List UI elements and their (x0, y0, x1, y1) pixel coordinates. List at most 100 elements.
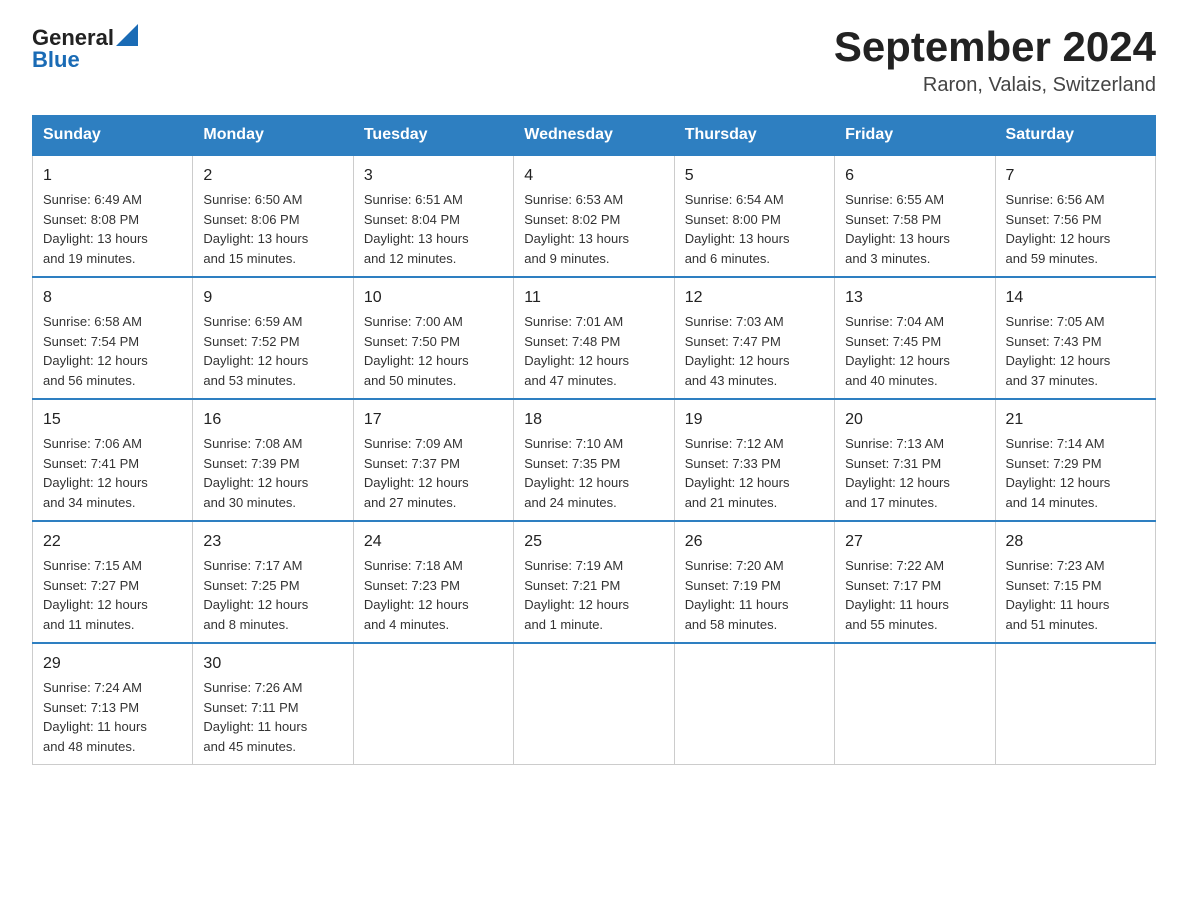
day-header-saturday: Saturday (995, 116, 1155, 156)
calendar-cell: 2Sunrise: 6:50 AM Sunset: 8:06 PM Daylig… (193, 155, 353, 277)
calendar-cell: 25Sunrise: 7:19 AM Sunset: 7:21 PM Dayli… (514, 521, 674, 643)
day-number: 27 (845, 530, 984, 554)
day-number: 2 (203, 164, 342, 188)
calendar-cell: 1Sunrise: 6:49 AM Sunset: 8:08 PM Daylig… (33, 155, 193, 277)
day-header-monday: Monday (193, 116, 353, 156)
calendar-cell: 20Sunrise: 7:13 AM Sunset: 7:31 PM Dayli… (835, 399, 995, 521)
calendar-cell: 3Sunrise: 6:51 AM Sunset: 8:04 PM Daylig… (353, 155, 513, 277)
calendar-cell: 14Sunrise: 7:05 AM Sunset: 7:43 PM Dayli… (995, 277, 1155, 399)
calendar-week-row: 1Sunrise: 6:49 AM Sunset: 8:08 PM Daylig… (33, 155, 1156, 277)
logo-text-blue: Blue (32, 47, 80, 72)
calendar-header-row: SundayMondayTuesdayWednesdayThursdayFrid… (33, 116, 1156, 156)
day-info: Sunrise: 7:10 AM Sunset: 7:35 PM Dayligh… (524, 434, 663, 512)
day-info: Sunrise: 7:00 AM Sunset: 7:50 PM Dayligh… (364, 312, 503, 390)
day-info: Sunrise: 7:24 AM Sunset: 7:13 PM Dayligh… (43, 678, 182, 756)
day-number: 15 (43, 408, 182, 432)
title-block: September 2024 Raron, Valais, Switzerlan… (834, 24, 1156, 97)
day-number: 19 (685, 408, 824, 432)
day-info: Sunrise: 6:59 AM Sunset: 7:52 PM Dayligh… (203, 312, 342, 390)
calendar-cell: 24Sunrise: 7:18 AM Sunset: 7:23 PM Dayli… (353, 521, 513, 643)
calendar-table: SundayMondayTuesdayWednesdayThursdayFrid… (32, 115, 1156, 765)
day-info: Sunrise: 7:26 AM Sunset: 7:11 PM Dayligh… (203, 678, 342, 756)
day-number: 25 (524, 530, 663, 554)
calendar-cell (674, 643, 834, 765)
day-number: 3 (364, 164, 503, 188)
calendar-cell (353, 643, 513, 765)
day-number: 21 (1006, 408, 1145, 432)
day-info: Sunrise: 7:14 AM Sunset: 7:29 PM Dayligh… (1006, 434, 1145, 512)
day-number: 7 (1006, 164, 1145, 188)
day-number: 22 (43, 530, 182, 554)
day-number: 9 (203, 286, 342, 310)
calendar-cell (995, 643, 1155, 765)
calendar-week-row: 29Sunrise: 7:24 AM Sunset: 7:13 PM Dayli… (33, 643, 1156, 765)
calendar-cell: 6Sunrise: 6:55 AM Sunset: 7:58 PM Daylig… (835, 155, 995, 277)
day-info: Sunrise: 7:19 AM Sunset: 7:21 PM Dayligh… (524, 556, 663, 634)
calendar-week-row: 15Sunrise: 7:06 AM Sunset: 7:41 PM Dayli… (33, 399, 1156, 521)
day-info: Sunrise: 6:58 AM Sunset: 7:54 PM Dayligh… (43, 312, 182, 390)
day-header-wednesday: Wednesday (514, 116, 674, 156)
day-info: Sunrise: 7:03 AM Sunset: 7:47 PM Dayligh… (685, 312, 824, 390)
day-number: 17 (364, 408, 503, 432)
calendar-cell: 23Sunrise: 7:17 AM Sunset: 7:25 PM Dayli… (193, 521, 353, 643)
day-number: 20 (845, 408, 984, 432)
day-number: 4 (524, 164, 663, 188)
calendar-cell: 21Sunrise: 7:14 AM Sunset: 7:29 PM Dayli… (995, 399, 1155, 521)
calendar-cell: 28Sunrise: 7:23 AM Sunset: 7:15 PM Dayli… (995, 521, 1155, 643)
day-number: 28 (1006, 530, 1145, 554)
day-info: Sunrise: 6:56 AM Sunset: 7:56 PM Dayligh… (1006, 190, 1145, 268)
calendar-cell: 15Sunrise: 7:06 AM Sunset: 7:41 PM Dayli… (33, 399, 193, 521)
calendar-cell: 17Sunrise: 7:09 AM Sunset: 7:37 PM Dayli… (353, 399, 513, 521)
calendar-cell: 13Sunrise: 7:04 AM Sunset: 7:45 PM Dayli… (835, 277, 995, 399)
day-header-thursday: Thursday (674, 116, 834, 156)
calendar-cell: 7Sunrise: 6:56 AM Sunset: 7:56 PM Daylig… (995, 155, 1155, 277)
day-header-friday: Friday (835, 116, 995, 156)
day-info: Sunrise: 7:09 AM Sunset: 7:37 PM Dayligh… (364, 434, 503, 512)
calendar-cell: 19Sunrise: 7:12 AM Sunset: 7:33 PM Dayli… (674, 399, 834, 521)
calendar-cell: 26Sunrise: 7:20 AM Sunset: 7:19 PM Dayli… (674, 521, 834, 643)
day-info: Sunrise: 7:12 AM Sunset: 7:33 PM Dayligh… (685, 434, 824, 512)
day-info: Sunrise: 6:53 AM Sunset: 8:02 PM Dayligh… (524, 190, 663, 268)
day-number: 26 (685, 530, 824, 554)
day-info: Sunrise: 6:49 AM Sunset: 8:08 PM Dayligh… (43, 190, 182, 268)
day-info: Sunrise: 6:54 AM Sunset: 8:00 PM Dayligh… (685, 190, 824, 268)
day-header-sunday: Sunday (33, 116, 193, 156)
calendar-cell: 30Sunrise: 7:26 AM Sunset: 7:11 PM Dayli… (193, 643, 353, 765)
calendar-cell (835, 643, 995, 765)
day-number: 23 (203, 530, 342, 554)
calendar-cell: 9Sunrise: 6:59 AM Sunset: 7:52 PM Daylig… (193, 277, 353, 399)
calendar-cell: 5Sunrise: 6:54 AM Sunset: 8:00 PM Daylig… (674, 155, 834, 277)
calendar-cell: 8Sunrise: 6:58 AM Sunset: 7:54 PM Daylig… (33, 277, 193, 399)
day-info: Sunrise: 6:55 AM Sunset: 7:58 PM Dayligh… (845, 190, 984, 268)
calendar-cell: 10Sunrise: 7:00 AM Sunset: 7:50 PM Dayli… (353, 277, 513, 399)
day-number: 10 (364, 286, 503, 310)
day-number: 18 (524, 408, 663, 432)
page-header: General Blue September 2024 Raron, Valai… (32, 24, 1156, 97)
day-number: 5 (685, 164, 824, 188)
day-header-tuesday: Tuesday (353, 116, 513, 156)
day-info: Sunrise: 7:20 AM Sunset: 7:19 PM Dayligh… (685, 556, 824, 634)
calendar-cell: 11Sunrise: 7:01 AM Sunset: 7:48 PM Dayli… (514, 277, 674, 399)
day-info: Sunrise: 7:05 AM Sunset: 7:43 PM Dayligh… (1006, 312, 1145, 390)
calendar-location: Raron, Valais, Switzerland (834, 74, 1156, 97)
calendar-week-row: 22Sunrise: 7:15 AM Sunset: 7:27 PM Dayli… (33, 521, 1156, 643)
calendar-cell: 18Sunrise: 7:10 AM Sunset: 7:35 PM Dayli… (514, 399, 674, 521)
calendar-title: September 2024 (834, 24, 1156, 70)
day-info: Sunrise: 7:08 AM Sunset: 7:39 PM Dayligh… (203, 434, 342, 512)
day-number: 16 (203, 408, 342, 432)
day-number: 1 (43, 164, 182, 188)
day-info: Sunrise: 7:13 AM Sunset: 7:31 PM Dayligh… (845, 434, 984, 512)
calendar-cell: 16Sunrise: 7:08 AM Sunset: 7:39 PM Dayli… (193, 399, 353, 521)
day-info: Sunrise: 7:17 AM Sunset: 7:25 PM Dayligh… (203, 556, 342, 634)
calendar-cell: 22Sunrise: 7:15 AM Sunset: 7:27 PM Dayli… (33, 521, 193, 643)
day-info: Sunrise: 7:23 AM Sunset: 7:15 PM Dayligh… (1006, 556, 1145, 634)
day-number: 29 (43, 652, 182, 676)
calendar-cell: 12Sunrise: 7:03 AM Sunset: 7:47 PM Dayli… (674, 277, 834, 399)
day-info: Sunrise: 7:22 AM Sunset: 7:17 PM Dayligh… (845, 556, 984, 634)
day-info: Sunrise: 7:18 AM Sunset: 7:23 PM Dayligh… (364, 556, 503, 634)
day-number: 13 (845, 286, 984, 310)
day-info: Sunrise: 7:04 AM Sunset: 7:45 PM Dayligh… (845, 312, 984, 390)
logo: General Blue (32, 24, 138, 73)
day-number: 6 (845, 164, 984, 188)
day-info: Sunrise: 6:50 AM Sunset: 8:06 PM Dayligh… (203, 190, 342, 268)
